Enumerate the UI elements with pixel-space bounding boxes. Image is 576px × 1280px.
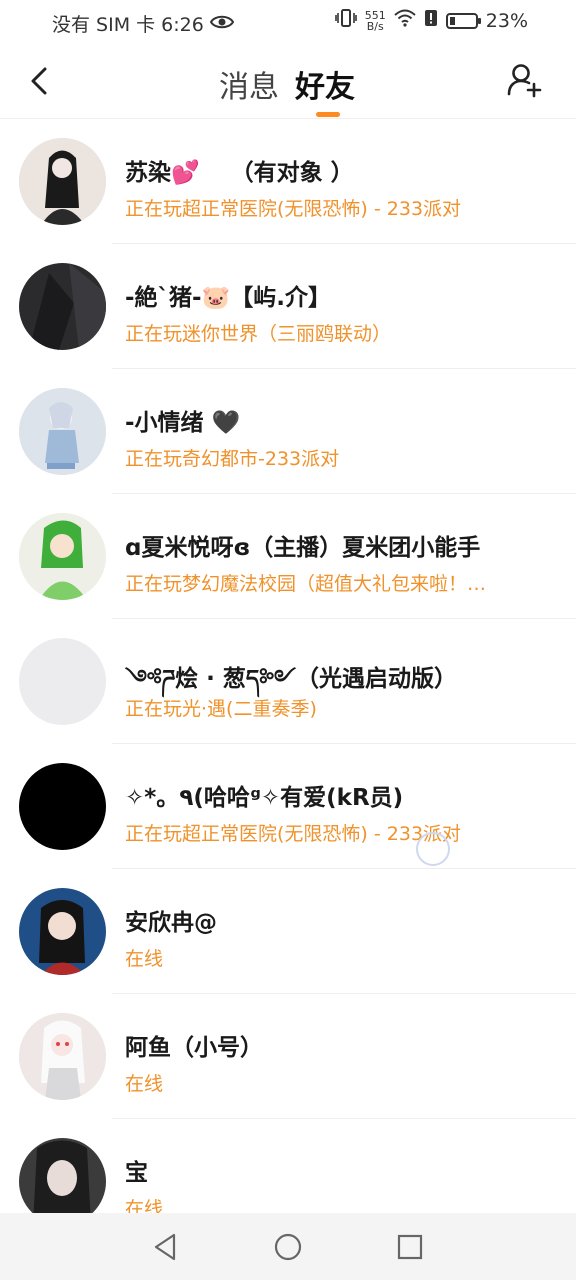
friend-status: 正在玩超正常医院(无限恐怖) - 233派对 xyxy=(125,823,462,845)
net-speed-unit: B/s xyxy=(366,19,384,33)
battery-icon xyxy=(445,12,481,29)
friend-row[interactable]: -絶`猪-🐷【屿.介】 正在玩迷你世界（三丽鸥联动） xyxy=(0,244,576,369)
friend-name: 安欣冉@ xyxy=(125,910,217,936)
friend-row[interactable]: ༺ཌ烩 · 葱ད༻（光遇启动版） 正在玩光·遇(二重奏季) xyxy=(0,619,576,744)
net-speed: 551 B/s xyxy=(365,10,386,32)
friend-list: 苏染💕 （有对象 ） 正在玩超正常医院(无限恐怖) - 233派对 -絶`猪-🐷… xyxy=(0,119,576,1244)
wifi-icon xyxy=(394,9,416,32)
add-friend-button[interactable] xyxy=(506,62,542,98)
friend-name: ɑ夏米悦呀ɞ（主播）夏米团小能手 xyxy=(125,535,481,561)
friend-status: 在线 xyxy=(125,1073,164,1095)
add-user-icon xyxy=(507,64,542,98)
avatar xyxy=(19,763,106,850)
friend-row[interactable]: ✧*。٩(哈哈ᵍ✧有爱(kR员) 正在玩超正常医院(无限恐怖) - 233派对 xyxy=(0,744,576,869)
active-tab-indicator xyxy=(316,112,340,117)
back-button[interactable] xyxy=(24,64,54,98)
friend-status: 正在玩奇幻都市-233派对 xyxy=(125,448,340,470)
friend-name: 宝 xyxy=(125,1160,148,1186)
friend-name: ✧*。٩(哈哈ᵍ✧有爱(kR员) xyxy=(125,785,404,811)
header: 消息 好友 xyxy=(0,44,576,119)
alert-icon xyxy=(424,9,438,32)
nav-recents-button[interactable] xyxy=(394,1231,426,1263)
avatar xyxy=(19,263,106,350)
avatar xyxy=(19,1013,106,1100)
friend-name: 阿鱼（小号） xyxy=(125,1035,263,1061)
nav-home-button[interactable] xyxy=(272,1231,304,1263)
battery-percent: 23% xyxy=(485,9,528,32)
friend-status: 正在玩迷你世界（三丽鸥联动） xyxy=(125,323,392,345)
back-arrow-icon xyxy=(31,67,47,95)
triangle-back-icon xyxy=(154,1233,176,1261)
friend-row[interactable]: 苏染💕 （有对象 ） 正在玩超正常医院(无限恐怖) - 233派对 xyxy=(0,119,576,244)
circle-home-icon xyxy=(274,1233,302,1261)
avatar xyxy=(19,513,106,600)
avatar xyxy=(19,1138,106,1225)
friend-row[interactable]: 安欣冉@ 在线 xyxy=(0,869,576,994)
friend-row[interactable]: ɑ夏米悦呀ɞ（主播）夏米团小能手 正在玩梦幻魔法校园（超值大礼包来啦！… xyxy=(0,494,576,619)
friend-status: 正在玩超正常医院(无限恐怖) - 233派对 xyxy=(125,198,462,220)
friend-name: 苏染💕 （有对象 ） xyxy=(125,160,354,186)
status-left: 没有 SIM 卡 6:26 xyxy=(52,10,234,37)
avatar xyxy=(19,388,106,475)
eye-icon xyxy=(209,13,234,35)
system-nav-bar xyxy=(0,1213,576,1280)
loading-ring xyxy=(416,832,450,866)
friend-name: -絶`猪-🐷【屿.介】 xyxy=(125,285,331,311)
status-bar: 没有 SIM 卡 6:26 551 B/s 23% xyxy=(0,0,576,44)
tab-friends[interactable]: 好友 xyxy=(295,62,355,106)
status-right: 551 B/s 23% xyxy=(334,8,528,33)
square-recents-icon xyxy=(397,1234,423,1260)
nav-back-button[interactable] xyxy=(150,1231,182,1263)
friend-name: -小情绪 🖤 xyxy=(125,410,241,436)
friend-status: 正在玩光·遇(二重奏季) xyxy=(125,698,317,720)
tab-messages[interactable]: 消息 xyxy=(219,62,279,106)
vibrate-icon xyxy=(334,8,357,33)
avatar xyxy=(19,138,106,225)
friend-row[interactable]: 阿鱼（小号） 在线 xyxy=(0,994,576,1119)
friend-row[interactable]: -小情绪 🖤 正在玩奇幻都市-233派对 xyxy=(0,369,576,494)
avatar xyxy=(19,888,106,975)
avatar xyxy=(19,638,106,725)
status-carrier-time: 没有 SIM 卡 6:26 xyxy=(52,14,204,36)
friend-status: 正在玩梦幻魔法校园（超值大礼包来啦！… xyxy=(125,573,487,595)
friend-status: 在线 xyxy=(125,948,164,970)
